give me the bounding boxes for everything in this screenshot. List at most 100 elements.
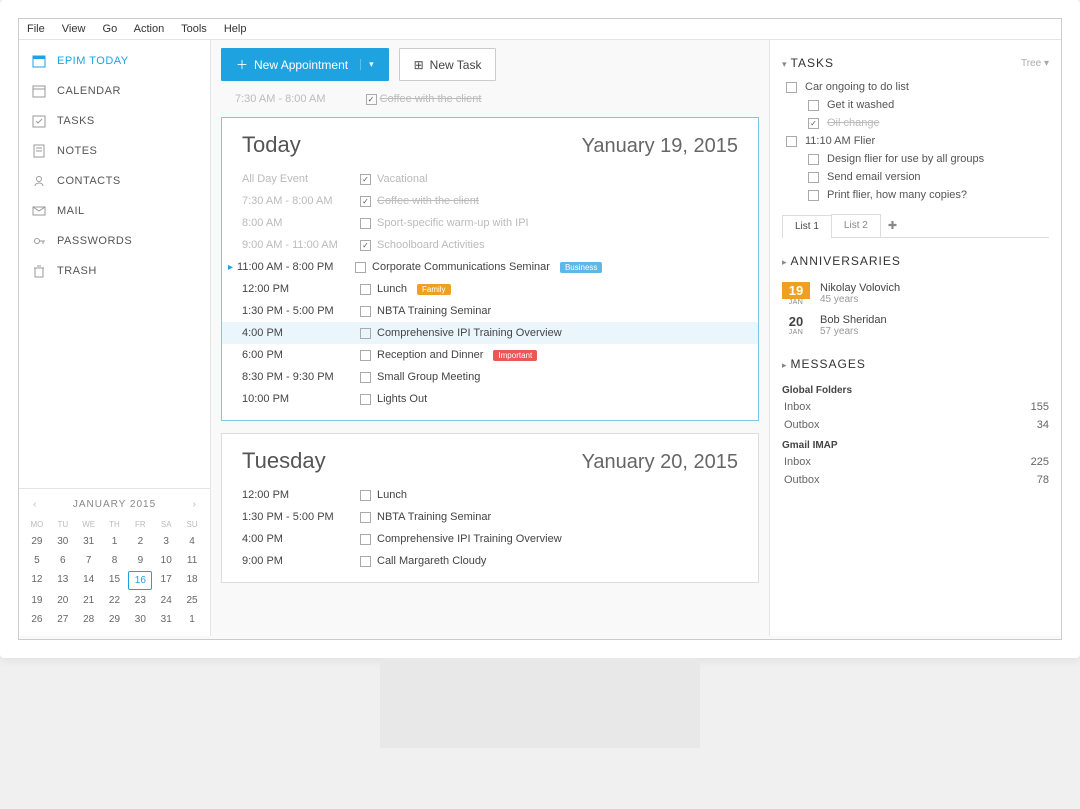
checkbox[interactable]: [808, 190, 819, 201]
calendar-day[interactable]: 30: [128, 611, 152, 628]
menu-action[interactable]: Action: [134, 23, 165, 35]
checkbox[interactable]: [808, 118, 819, 129]
calendar-day[interactable]: 31: [154, 611, 178, 628]
checkbox[interactable]: [360, 394, 371, 405]
collapse-icon[interactable]: ▸: [782, 257, 787, 267]
prev-month[interactable]: ‹: [29, 499, 40, 510]
checkbox[interactable]: [360, 306, 371, 317]
checkbox[interactable]: [360, 372, 371, 383]
agenda-row[interactable]: 12:00 PM Lunch: [222, 484, 758, 506]
calendar-day[interactable]: 2: [128, 533, 152, 550]
calendar-day[interactable]: 25: [180, 592, 204, 609]
calendar-day[interactable]: 6: [51, 552, 75, 569]
new-task-button[interactable]: ⊞ New Task: [399, 48, 497, 81]
menu-file[interactable]: File: [27, 23, 45, 35]
anniversary-row[interactable]: 20JAN Bob Sheridan57 years: [782, 310, 1057, 341]
new-appointment-button[interactable]: ＋ New Appointment ▾: [221, 48, 389, 81]
agenda-row[interactable]: 1:30 PM - 5:00 PM NBTA Training Seminar: [222, 300, 758, 322]
calendar-day[interactable]: 31: [77, 533, 101, 550]
checkbox[interactable]: [808, 154, 819, 165]
agenda-row[interactable]: 9:00 AM - 11:00 AM Schoolboard Activitie…: [222, 234, 758, 256]
agenda-row[interactable]: 4:00 PM Comprehensive IPI Training Overv…: [222, 528, 758, 550]
checkbox[interactable]: [360, 328, 371, 339]
checkbox[interactable]: [360, 240, 371, 251]
message-group[interactable]: Global Folders: [782, 379, 1057, 398]
checkbox[interactable]: [360, 490, 371, 501]
calendar-day[interactable]: 12: [25, 571, 49, 590]
checkbox[interactable]: [360, 284, 371, 295]
nav-trash[interactable]: TRASH: [19, 256, 210, 286]
nav-mail[interactable]: MAIL: [19, 196, 210, 226]
message-folder[interactable]: Inbox155: [782, 398, 1057, 416]
checkbox[interactable]: [786, 82, 797, 93]
calendar-day[interactable]: 7: [77, 552, 101, 569]
task-tab-2[interactable]: List 2: [831, 214, 881, 237]
calendar-day[interactable]: 4: [180, 533, 204, 550]
menu-help[interactable]: Help: [224, 23, 247, 35]
calendar-day[interactable]: 23: [128, 592, 152, 609]
task-item[interactable]: Oil change: [782, 114, 1057, 132]
next-month[interactable]: ›: [189, 499, 200, 510]
task-item[interactable]: Send email version: [782, 168, 1057, 186]
agenda-row[interactable]: All Day Event Vacational: [222, 168, 758, 190]
agenda-row[interactable]: 1:30 PM - 5:00 PM NBTA Training Seminar: [222, 506, 758, 528]
calendar-day[interactable]: 24: [154, 592, 178, 609]
agenda-row[interactable]: 10:00 PM Lights Out: [222, 388, 758, 410]
calendar-day[interactable]: 21: [77, 592, 101, 609]
tasks-tree-toggle[interactable]: Tree ▾: [1021, 58, 1049, 69]
calendar-day[interactable]: 14: [77, 571, 101, 590]
calendar-day[interactable]: 1: [180, 611, 204, 628]
agenda-row[interactable]: 8:00 AM Sport-specific warm-up with IPI: [222, 212, 758, 234]
agenda-row[interactable]: 12:00 PM LunchFamily: [222, 278, 758, 300]
task-item[interactable]: Print flier, how many copies?: [782, 186, 1057, 204]
checkbox[interactable]: [808, 100, 819, 111]
checkbox[interactable]: [360, 512, 371, 523]
calendar-day[interactable]: 18: [180, 571, 204, 590]
calendar-day[interactable]: 9: [128, 552, 152, 569]
calendar-day[interactable]: 16: [128, 571, 152, 590]
checkbox[interactable]: [360, 218, 371, 229]
calendar-day[interactable]: 20: [51, 592, 75, 609]
task-group[interactable]: 11:10 AM Flier: [782, 132, 1057, 150]
calendar-day[interactable]: 19: [25, 592, 49, 609]
checkbox[interactable]: [360, 556, 371, 567]
calendar-day[interactable]: 27: [51, 611, 75, 628]
calendar-day[interactable]: 8: [103, 552, 127, 569]
collapse-icon[interactable]: ▾: [782, 59, 787, 69]
task-tab-1[interactable]: List 1: [782, 215, 832, 238]
anniversary-row[interactable]: 19JAN Nikolay Volovich45 years: [782, 278, 1057, 310]
checkbox[interactable]: [786, 136, 797, 147]
nav-notes[interactable]: NOTES: [19, 136, 210, 166]
task-item[interactable]: Get it washed: [782, 96, 1057, 114]
calendar-day[interactable]: 22: [103, 592, 127, 609]
calendar-day[interactable]: 3: [154, 533, 178, 550]
agenda-row[interactable]: 7:30 AM - 8:00 AM Coffee with the client: [222, 190, 758, 212]
nav-contacts[interactable]: CONTACTS: [19, 166, 210, 196]
nav-calendar[interactable]: CALENDAR: [19, 76, 210, 106]
message-group[interactable]: Gmail IMAP: [782, 434, 1057, 453]
agenda-row[interactable]: 4:00 PM Comprehensive IPI Training Overv…: [222, 322, 758, 344]
message-folder[interactable]: Outbox78: [782, 471, 1057, 489]
nav-epim-today[interactable]: EPIM TODAY: [19, 46, 210, 76]
calendar-day[interactable]: 15: [103, 571, 127, 590]
checkbox[interactable]: [360, 196, 371, 207]
menu-view[interactable]: View: [62, 23, 86, 35]
message-folder[interactable]: Inbox225: [782, 453, 1057, 471]
calendar-day[interactable]: 30: [51, 533, 75, 550]
agenda-row[interactable]: 6:00 PM Reception and DinnerImportant: [222, 344, 758, 366]
calendar-day[interactable]: 10: [154, 552, 178, 569]
calendar-day[interactable]: 26: [25, 611, 49, 628]
collapse-icon[interactable]: ▸: [782, 360, 787, 370]
calendar-day[interactable]: 1: [103, 533, 127, 550]
calendar-day[interactable]: 29: [25, 533, 49, 550]
calendar-day[interactable]: 28: [77, 611, 101, 628]
chevron-down-icon[interactable]: ▾: [360, 59, 374, 70]
calendar-day[interactable]: 11: [180, 552, 204, 569]
nav-tasks[interactable]: TASKS: [19, 106, 210, 136]
task-group[interactable]: Car ongoing to do list: [782, 78, 1057, 96]
agenda-row[interactable]: 8:30 PM - 9:30 PM Small Group Meeting: [222, 366, 758, 388]
calendar-day[interactable]: 29: [103, 611, 127, 628]
agenda-row[interactable]: 9:00 PM Call Margareth Cloudy: [222, 550, 758, 572]
calendar-day[interactable]: 5: [25, 552, 49, 569]
task-item[interactable]: Design flier for use by all groups: [782, 150, 1057, 168]
